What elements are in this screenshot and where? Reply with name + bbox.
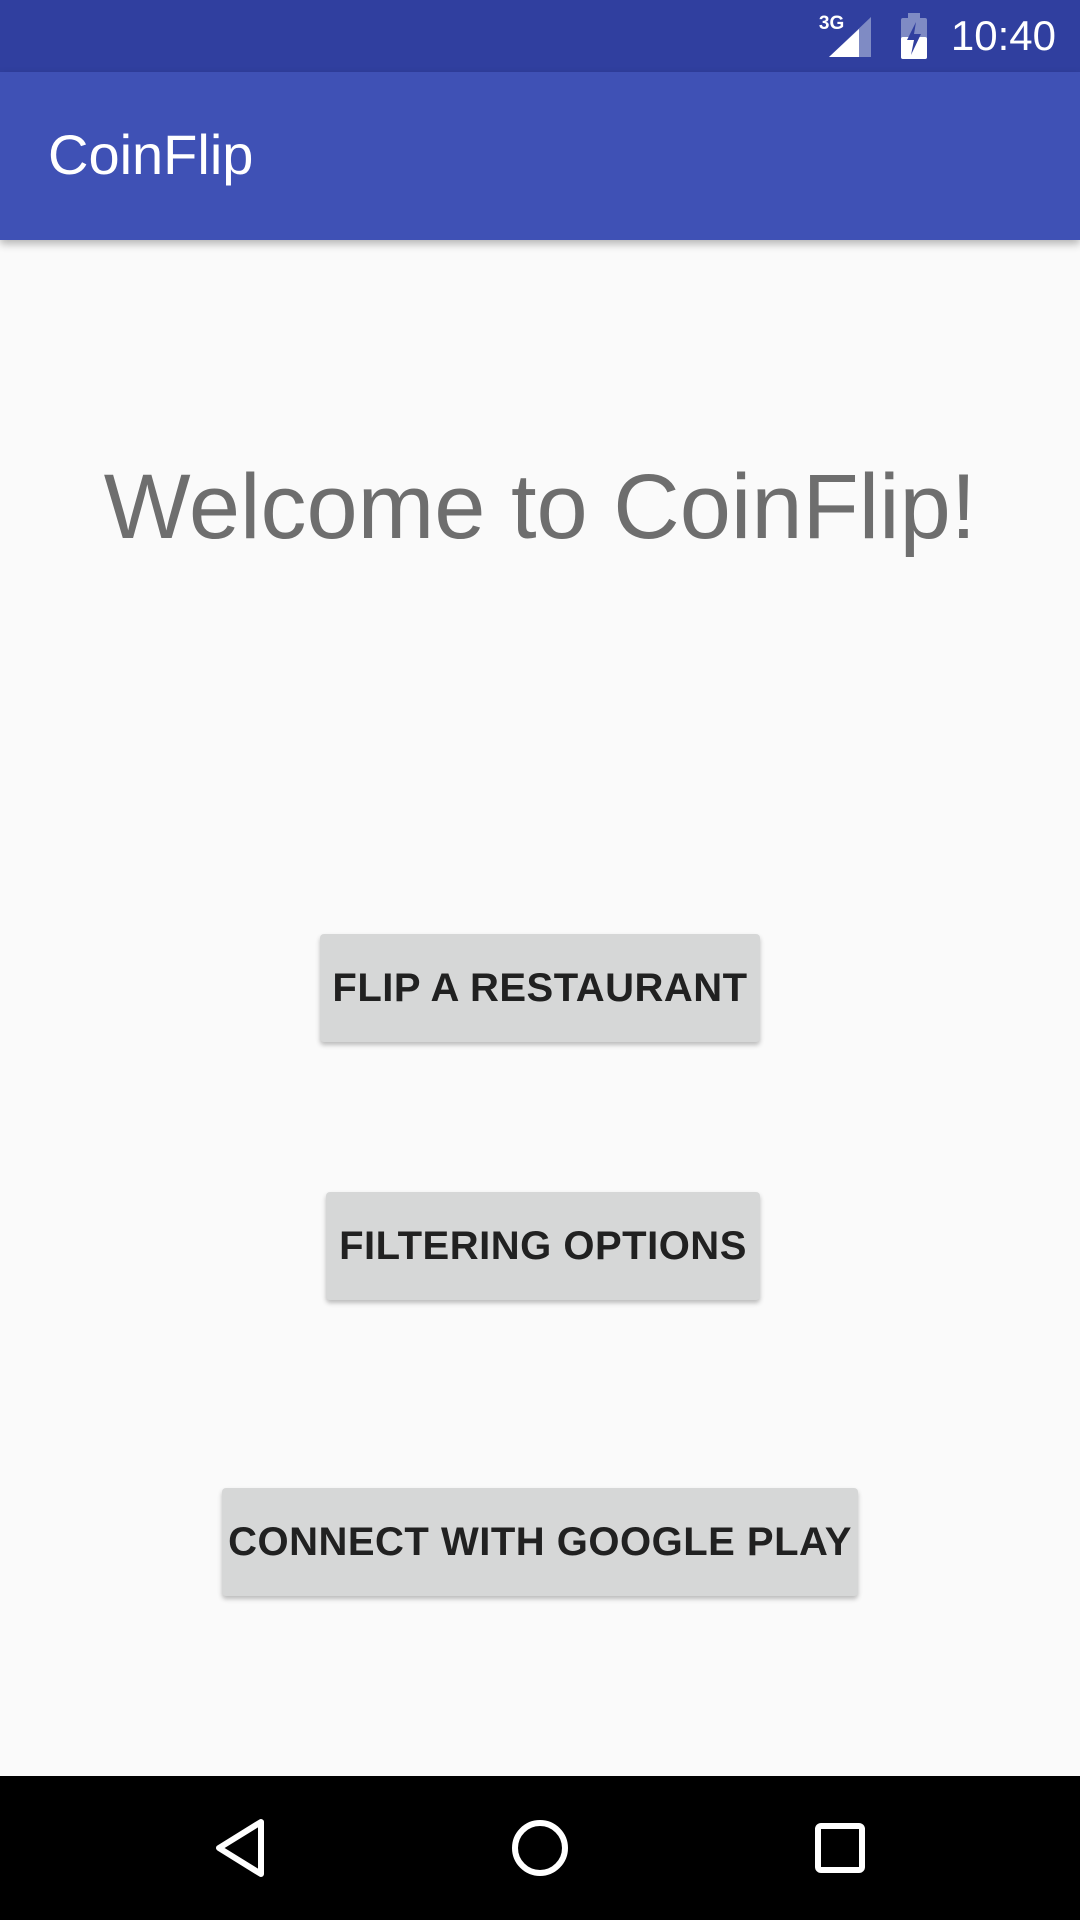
app-bar: CoinFlip [0, 72, 1080, 240]
status-icons: 3G 10:40 [819, 0, 1056, 72]
home-icon[interactable] [468, 1776, 612, 1920]
welcome-heading: Welcome to CoinFlip! [103, 456, 977, 558]
signal-icon: 3G [819, 13, 877, 59]
flip-restaurant-button[interactable]: FLIP A RESTAURANT [320, 934, 760, 1042]
filtering-options-button[interactable]: FILTERING OPTIONS [326, 1192, 760, 1300]
recents-icon[interactable] [768, 1776, 912, 1920]
status-clock: 10:40 [950, 12, 1056, 59]
battery-charging-icon [899, 13, 929, 59]
navigation-bar [0, 1776, 1080, 1920]
back-icon[interactable] [169, 1776, 313, 1920]
status-bar: 3G 10:40 [0, 0, 1080, 72]
connect-google-play-button[interactable]: CONNECT WITH GOOGLE PLAY [222, 1488, 858, 1596]
app-title: CoinFlip [48, 123, 254, 186]
